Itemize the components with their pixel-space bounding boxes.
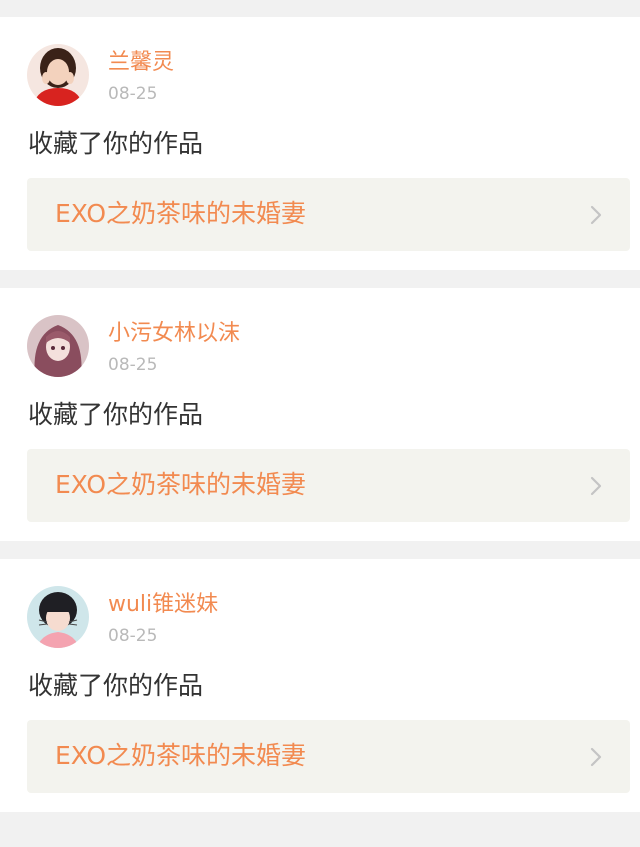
username[interactable]: 小污女林以沫: [108, 320, 240, 348]
notification-card: wuli锥迷妹 08-25 收藏了你的作品 EXO之奶茶味的未婚妻: [0, 559, 640, 812]
chevron-right-icon: [590, 205, 602, 225]
work-title: EXO之奶茶味的未婚妻: [55, 741, 307, 770]
chevron-right-icon: [590, 476, 602, 496]
action-text: 收藏了你的作品: [28, 400, 204, 429]
work-title: EXO之奶茶味的未婚妻: [55, 470, 307, 499]
notification-card: 兰馨灵 08-25 收藏了你的作品 EXO之奶茶味的未婚妻: [0, 17, 640, 270]
username[interactable]: wuli锥迷妹: [108, 591, 218, 619]
action-text: 收藏了你的作品: [28, 129, 204, 158]
notification-feed: 兰馨灵 08-25 收藏了你的作品 EXO之奶茶味的未婚妻 小污女林以沫 08-…: [0, 0, 640, 847]
avatar-woman-red-outfit-icon: [27, 44, 89, 106]
work-link-button[interactable]: EXO之奶茶味的未婚妻: [27, 178, 630, 251]
username[interactable]: 兰馨灵: [108, 49, 174, 77]
action-text: 收藏了你的作品: [28, 671, 204, 700]
work-link-button[interactable]: EXO之奶茶味的未婚妻: [27, 720, 630, 793]
timestamp: 08-25: [108, 626, 158, 646]
avatar-girl-cat-whiskers-icon: [27, 586, 89, 648]
user-avatar[interactable]: [27, 315, 89, 377]
notification-card: 小污女林以沫 08-25 收藏了你的作品 EXO之奶茶味的未婚妻: [0, 288, 640, 541]
timestamp: 08-25: [108, 84, 158, 104]
timestamp: 08-25: [108, 355, 158, 375]
work-title: EXO之奶茶味的未婚妻: [55, 199, 307, 228]
chevron-right-icon: [590, 747, 602, 767]
avatar-anime-girl-icon: [27, 315, 89, 377]
work-link-button[interactable]: EXO之奶茶味的未婚妻: [27, 449, 630, 522]
user-avatar[interactable]: [27, 586, 89, 648]
user-avatar[interactable]: [27, 44, 89, 106]
